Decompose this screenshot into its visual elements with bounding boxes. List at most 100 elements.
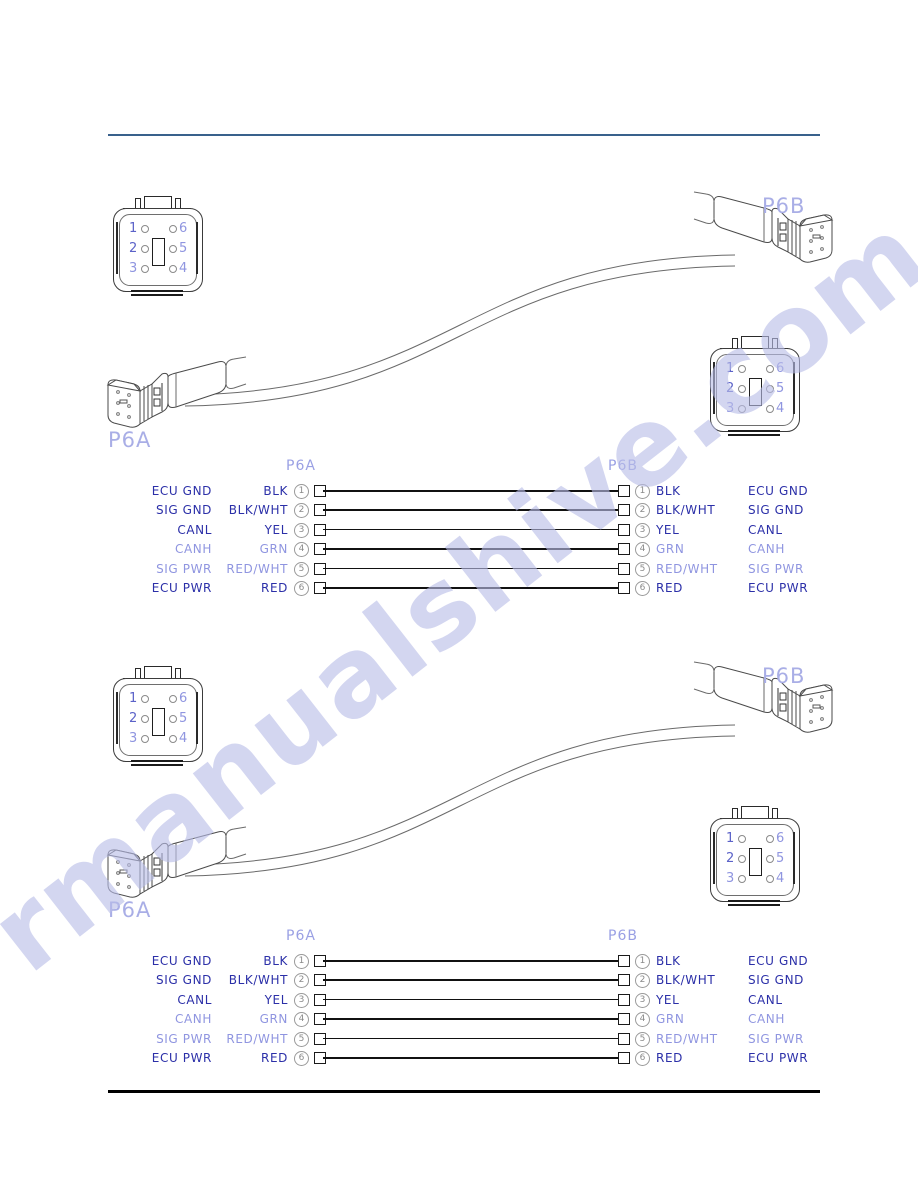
connector-pin-number: 2: [726, 381, 735, 396]
connector-pin-hole: [141, 715, 149, 723]
pin-wire-color-right: GRN: [656, 542, 685, 557]
pin-number-right: 1: [635, 484, 650, 499]
connector-pin-number: 3: [129, 731, 138, 746]
pin-number-right: 3: [635, 522, 650, 538]
connector-side-left: [116, 222, 118, 274]
pin-wire-color-left: RED: [261, 1051, 288, 1065]
pin-function-left: CANH: [175, 542, 212, 557]
pin-row: CANH GRN 4 4 GRN CANH: [108, 1010, 826, 1028]
pin-number-right: 6: [635, 581, 650, 596]
pin-function-right: SIG PWR: [748, 1031, 804, 1046]
connector-pin-hole: [738, 835, 746, 843]
connector-side-left: [713, 362, 715, 414]
pin-function-left: SIG GND: [156, 973, 212, 988]
pin-number-left: 5: [294, 561, 309, 577]
cable-diagram-1: 1 2 3 6 5 4 1 2 3 6 5 4 P6A P6B P6A P6B ECU GND BLK 1 1 BLK E…: [0, 180, 918, 610]
pin-terminal-right: [618, 523, 630, 536]
plug-label-p6a: P6A: [108, 428, 152, 452]
pin-wire-color-right: RED/WHT: [656, 561, 718, 576]
plug-label-p6b: P6B: [762, 194, 806, 218]
pin-wire-color-right: BLK: [656, 484, 681, 498]
pin-function-right: ECU GND: [748, 954, 809, 968]
pin-number-right: 6: [635, 1051, 650, 1066]
pin-function-left: CANL: [177, 992, 212, 1007]
connector-pin-hole: [169, 265, 177, 273]
pin-function-right: SIG PWR: [748, 561, 804, 576]
pin-terminal-right: [618, 582, 630, 594]
pin-number-right: 2: [635, 503, 650, 519]
keyway-slot: [749, 848, 762, 876]
connector-base-line-1: [728, 430, 780, 432]
pin-table-head-left: P6A: [286, 458, 316, 474]
pin-function-left: SIG GND: [156, 503, 212, 518]
connector-pin-hole: [766, 385, 774, 393]
connector-pin-hole: [169, 225, 177, 233]
pin-wire-color-right: RED/WHT: [656, 1031, 718, 1046]
pin-number-left: 6: [294, 1051, 309, 1066]
connector-pin-number: 1: [129, 221, 138, 236]
connector-pin-hole: [169, 735, 177, 743]
connector-pin-number: 2: [129, 241, 138, 256]
connector-side-right: [793, 362, 795, 414]
pin-function-right: SIG GND: [748, 503, 804, 518]
pin-function-right: CANL: [748, 522, 783, 537]
connector-base-line-1: [728, 900, 780, 902]
pin-function-right: ECU PWR: [748, 581, 809, 595]
pin-table-head-left: P6A: [286, 928, 316, 944]
connector-base-line-2: [728, 904, 780, 906]
pin-wire-color-right: RED: [656, 1051, 683, 1065]
pin-wire-color-right: BLK/WHT: [656, 973, 716, 988]
connector-pin-hole: [766, 405, 774, 413]
connector-side-right: [196, 692, 198, 744]
pin-number-left: 1: [294, 484, 309, 499]
connector-pin-number: 3: [129, 261, 138, 276]
connector-pin-number: 1: [726, 831, 735, 846]
connector-pin-number: 5: [179, 711, 188, 726]
pin-row: ECU GND BLK 1 1 BLK ECU GND: [108, 952, 826, 970]
connector-base-line-2: [131, 764, 183, 766]
pin-terminal-right: [618, 1052, 630, 1064]
document-page: rmanualshive.com 1 2 3 6 5 4 1 2 3 6 5 4 P6A P6B P6A P6…: [0, 0, 918, 1188]
keyway-slot: [152, 708, 165, 736]
pin-number-left: 3: [294, 992, 309, 1008]
connector-pin-hole: [141, 225, 149, 233]
pin-number-right: 4: [635, 542, 650, 558]
pin-terminal-right: [618, 543, 630, 556]
pin-number-left: 6: [294, 581, 309, 596]
pin-number-left: 1: [294, 954, 309, 969]
connector-base-line-1: [131, 290, 183, 292]
pin-number-left: 4: [294, 1012, 309, 1028]
pin-function-right: CANH: [748, 542, 785, 557]
connector-base-line-2: [728, 434, 780, 436]
connector-base-line-2: [131, 294, 183, 296]
wire-line: [323, 1018, 619, 1020]
connector-face-top-left: 1 2 3 6 5 4: [103, 190, 211, 298]
connector-pin-hole: [738, 365, 746, 373]
connector-pin-hole: [141, 265, 149, 273]
pin-wire-color-left: RED/WHT: [226, 561, 288, 576]
pin-terminal-right: [618, 955, 630, 967]
pin-function-left: SIG PWR: [156, 561, 212, 576]
cable-diagram-2: 1 2 3 6 5 4 1 2 3 6 5 4 P6A P6B P6A P6B ECU GND BLK 1 1 BLK E…: [0, 650, 918, 1080]
pin-terminal-right: [618, 504, 630, 517]
wire-line: [323, 490, 619, 492]
pin-wire-color-left: YEL: [264, 522, 288, 537]
connector-side-left: [713, 832, 715, 884]
connector-pin-number: 4: [179, 731, 188, 746]
plug-p6a: [100, 825, 250, 903]
connector-pin-number: 5: [776, 381, 785, 396]
wire-line: [323, 998, 619, 1001]
connector-pin-hole: [141, 735, 149, 743]
connector-pin-hole: [169, 695, 177, 703]
wire-line: [323, 960, 619, 962]
pin-function-right: ECU PWR: [748, 1051, 809, 1065]
pin-wire-color-left: BLK: [263, 484, 288, 498]
pin-wire-color-right: YEL: [656, 992, 680, 1007]
connector-pin-hole: [738, 855, 746, 863]
connector-face-bottom-right: 1 2 3 6 5 4: [700, 800, 808, 908]
connector-pin-hole: [141, 695, 149, 703]
pin-wire-color-right: GRN: [656, 1012, 685, 1027]
connector-face-top-left: 1 2 3 6 5 4: [103, 660, 211, 768]
pin-row: SIG PWR RED/WHT 5 5 RED/WHT SIG PWR: [108, 560, 826, 578]
pin-wire-color-left: BLK/WHT: [228, 503, 288, 518]
